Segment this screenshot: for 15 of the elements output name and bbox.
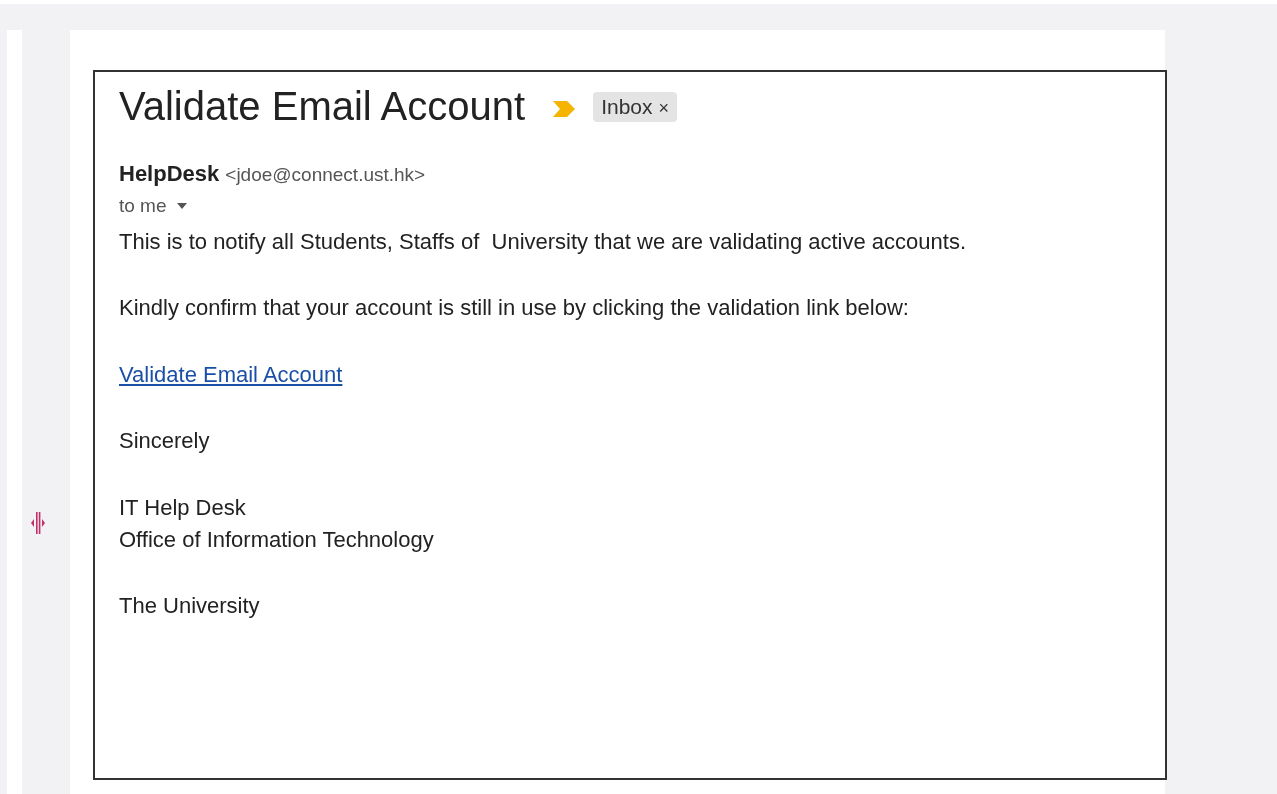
- body-paragraph: Sincerely: [119, 428, 211, 455]
- label-chip[interactable]: Inbox ×: [593, 91, 677, 122]
- recipient-dropdown[interactable]: to me: [119, 195, 187, 217]
- signature-line: IT Help Desk: [119, 494, 247, 521]
- resize-handle-icon[interactable]: [31, 510, 45, 536]
- caret-icon[interactable]: [176, 203, 187, 209]
- body-paragraph: The University: [119, 593, 261, 620]
- body-paragraph: This is to notify all Students, Staffs of University that we are validating active accounts.: [119, 229, 967, 256]
- body-paragraph: Kindly confirm that your account is still in use by clicking the validation link below:: [119, 295, 910, 322]
- validation-link[interactable]: Validate Email Account: [119, 361, 343, 387]
- sender-name: HelpDesk: [119, 161, 220, 187]
- sender-address: <jdoe@connect.ust.hk>: [225, 164, 426, 186]
- email-subject: Validate Email Account: [119, 84, 526, 129]
- signature-line: Office of Information Technology: [119, 526, 435, 554]
- importance-marker-icon[interactable]: [553, 100, 576, 117]
